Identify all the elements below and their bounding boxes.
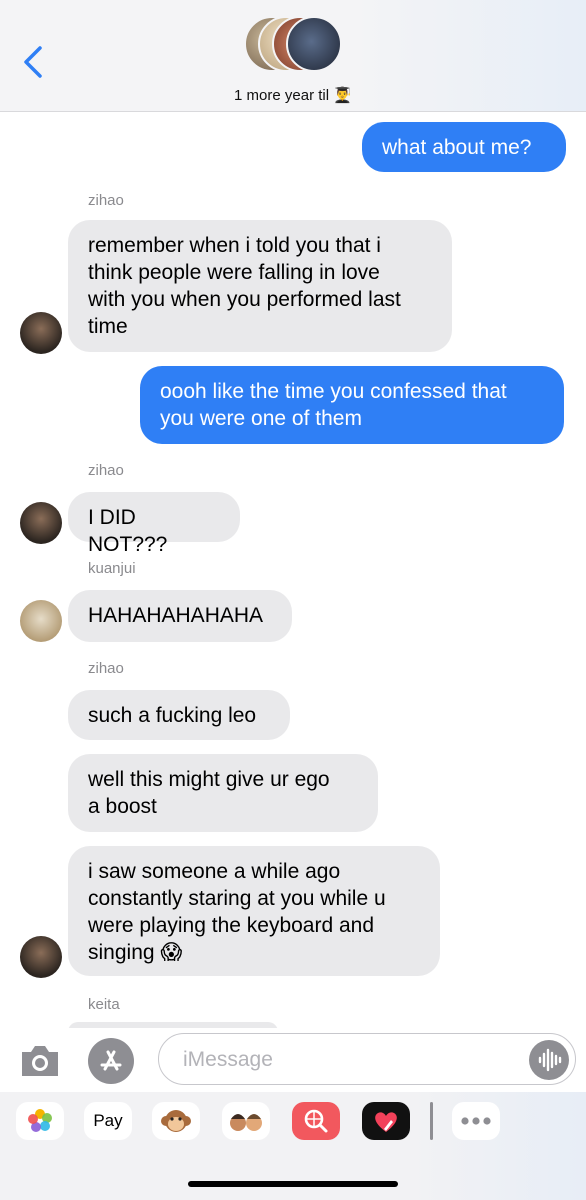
avatar[interactable] xyxy=(20,502,62,544)
monkey-memoji-icon[interactable] xyxy=(152,1102,200,1140)
camera-icon[interactable] xyxy=(18,1040,62,1080)
ellipsis-icon xyxy=(461,1117,491,1125)
app-store-glyph-icon xyxy=(100,1050,122,1071)
back-chevron-icon[interactable] xyxy=(20,44,50,80)
sender-name: kuanjui xyxy=(88,560,136,577)
apple-pay-icon[interactable]: Pay xyxy=(84,1102,132,1140)
heart-touch-icon xyxy=(375,1112,397,1132)
group-title[interactable]: 1 more year til 👨‍🎓 xyxy=(0,86,586,104)
message-placeholder: iMessage xyxy=(183,1048,273,1071)
apple-pay-label: Pay xyxy=(93,1111,123,1130)
digital-touch-icon[interactable] xyxy=(362,1102,410,1140)
message-bubble-incoming[interactable]: I DID NOT??? xyxy=(68,492,240,556)
image-search-icon[interactable] xyxy=(292,1102,340,1140)
monkey-face-icon xyxy=(161,1110,191,1132)
group-avatars[interactable] xyxy=(244,16,344,76)
waveform-icon xyxy=(538,1048,562,1072)
message-bubble-incoming[interactable]: remember when i told you that i think pe… xyxy=(68,220,452,352)
message-input[interactable]: iMessage xyxy=(158,1033,576,1085)
sender-name: keita xyxy=(88,996,120,1013)
memoji-icon[interactable] xyxy=(222,1102,270,1140)
avatar[interactable] xyxy=(20,936,62,978)
sender-name: zihao xyxy=(88,462,124,479)
photos-icon[interactable] xyxy=(16,1102,64,1140)
message-bubble-incoming[interactable]: i saw someone a while ago constantly sta… xyxy=(68,846,440,976)
globe-search-icon xyxy=(304,1109,328,1133)
compose-bar: iMessage xyxy=(0,1028,586,1092)
app-store-icon[interactable] xyxy=(88,1038,134,1084)
message-bubble-incoming[interactable]: well this might give ur ego a boost xyxy=(68,754,378,832)
avatar[interactable] xyxy=(20,312,62,354)
message-bubble-outgoing[interactable]: what about me? xyxy=(362,122,566,172)
home-indicator[interactable] xyxy=(188,1181,398,1187)
member-avatar xyxy=(286,16,342,72)
more-icon[interactable] xyxy=(452,1102,500,1140)
audio-message-button[interactable] xyxy=(529,1040,569,1080)
conversation-header: 1 more year til 👨‍🎓 xyxy=(0,0,586,112)
avatar[interactable] xyxy=(20,600,62,642)
memoji-faces-icon xyxy=(230,1114,262,1131)
sender-name: zihao xyxy=(88,660,124,677)
tray-divider xyxy=(430,1102,433,1140)
sender-name: zihao xyxy=(88,192,124,209)
message-bubble-outgoing[interactable]: oooh like the time you confessed that yo… xyxy=(140,366,564,444)
message-bubble-incoming[interactable]: HAHAHAHAHAHA xyxy=(68,590,292,642)
message-bubble-incoming[interactable]: such a fucking leo xyxy=(68,690,290,740)
photos-flower-icon xyxy=(28,1109,52,1132)
